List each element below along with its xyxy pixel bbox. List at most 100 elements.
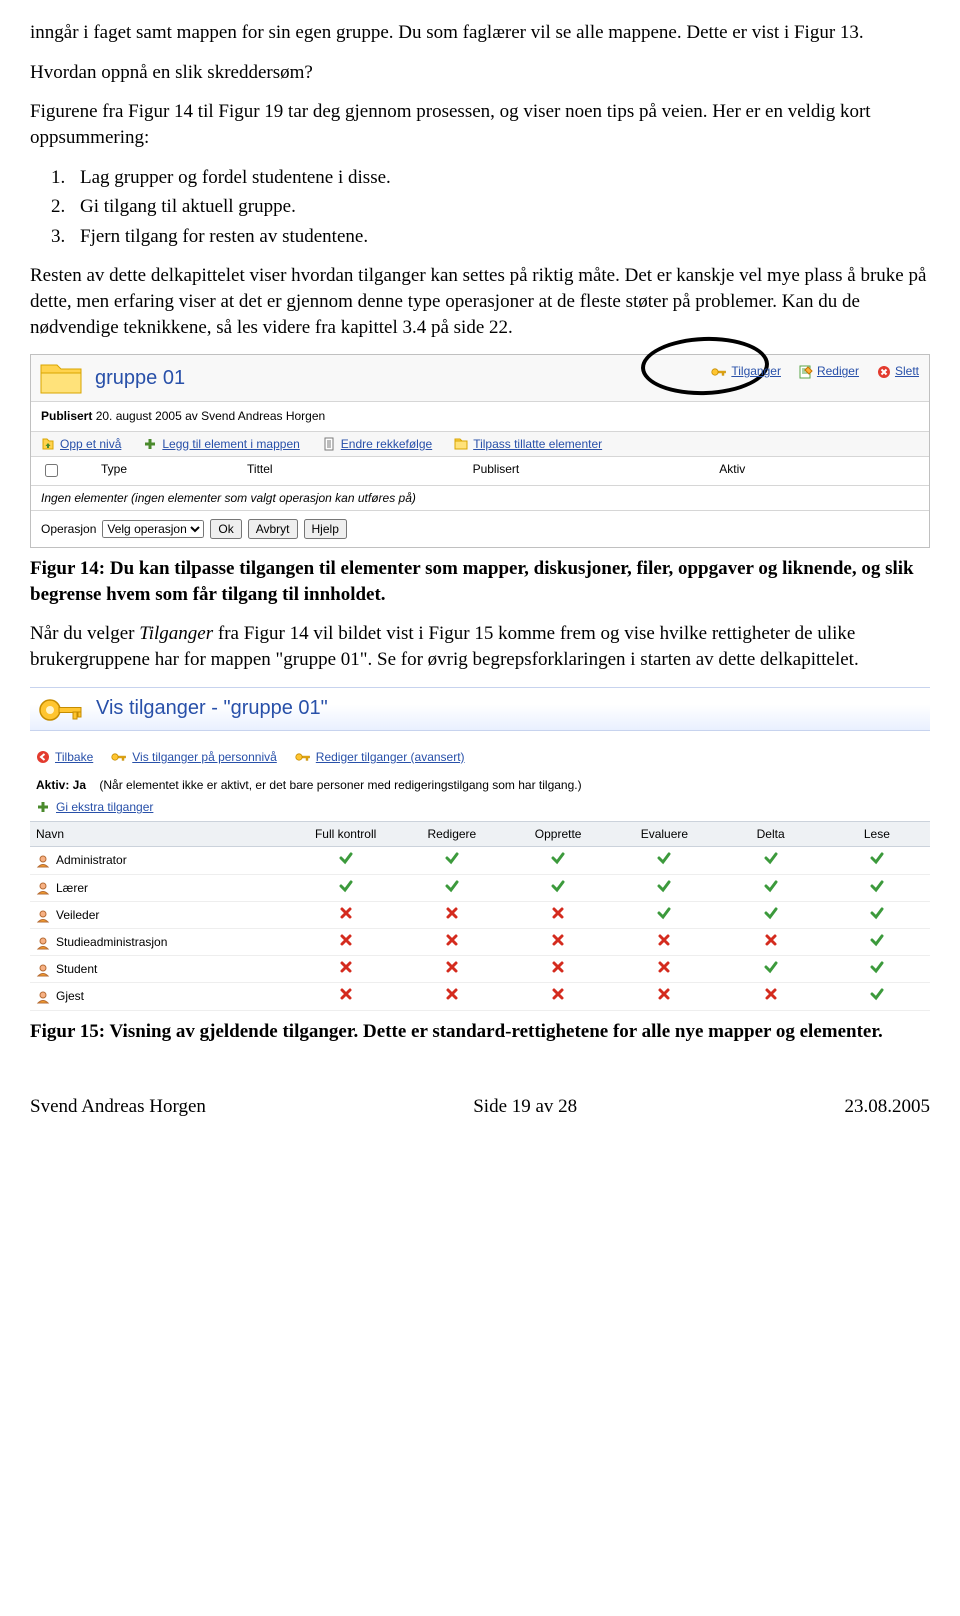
perm-yes: [824, 983, 930, 1010]
step-3: Fjern tilgang for resten av studentene.: [70, 224, 930, 250]
key-icon: [36, 690, 84, 728]
role-name-cell: Studieadministrasjon: [30, 929, 293, 956]
endre-rekkefolge-link[interactable]: Endre rekkefølge: [322, 436, 432, 452]
step-1: Lag grupper og fordel studentene i disse…: [70, 165, 930, 191]
perm-yes: [293, 874, 399, 901]
page-footer: Svend Andreas Horgen Side 19 av 28 23.08…: [30, 1094, 930, 1120]
footer-date: 23.08.2005: [845, 1094, 931, 1120]
tilbake-link[interactable]: Tilbake: [36, 749, 93, 765]
perm-no: [611, 983, 717, 1010]
slett-label: Slett: [895, 363, 919, 379]
table-row: Studieadministrasjon: [30, 929, 930, 956]
avansert-label: Rediger tilganger (avansert): [316, 749, 465, 765]
perm-no: [399, 901, 505, 928]
perm-no: [505, 956, 611, 983]
tilganger-italic: Tilganger: [139, 623, 213, 644]
perm-no: [293, 901, 399, 928]
figure-14-caption: Figur 14: Du kan tilpasse tilgangen til …: [30, 556, 930, 607]
personniva-link[interactable]: Vis tilganger på personnivå: [111, 749, 277, 765]
select-all-checkbox[interactable]: [41, 461, 61, 481]
ok-button[interactable]: Ok: [210, 519, 241, 539]
col-opprette: Opprette: [505, 822, 611, 847]
rediger-label: Rediger: [817, 363, 859, 379]
gi-ekstra-link[interactable]: Gi ekstra tilganger: [30, 797, 930, 817]
perm-yes: [718, 874, 824, 901]
role-name-cell: Lærer: [30, 874, 293, 901]
col-aktiv: Aktiv: [719, 461, 745, 481]
tilganger-label: Tilganger: [731, 363, 781, 379]
tilpass-label: Tilpass tillatte elementer: [473, 436, 602, 452]
perm-no: [505, 901, 611, 928]
perm-no: [718, 929, 824, 956]
col-tittel: Tittel: [247, 461, 273, 481]
footer-author: Svend Andreas Horgen: [30, 1094, 206, 1120]
paragraph-rest: Resten av dette delkapittelet viser hvor…: [30, 263, 930, 340]
table-row: Veileder: [30, 901, 930, 928]
legg-label: Legg til element i mappen: [162, 436, 299, 452]
operation-select[interactable]: Velg operasjon: [102, 520, 204, 538]
operation-label: Operasjon: [41, 521, 96, 537]
no-elements-message: Ingen elementer (ingen elementer som val…: [31, 486, 929, 511]
table-row: Administrator: [30, 847, 930, 874]
col-evaluere: Evaluere: [611, 822, 717, 847]
permissions-table: Navn Full kontroll Redigere Opprette Eva…: [30, 821, 930, 1010]
screenshot-permissions-view: Vis tilganger - "gruppe 01" Tilbake Vis …: [30, 687, 930, 1011]
col-redigere: Redigere: [399, 822, 505, 847]
opp-label: Opp et nivå: [60, 436, 121, 452]
tilpass-elementer-link[interactable]: Tilpass tillatte elementer: [454, 436, 602, 452]
legg-til-element-link[interactable]: Legg til element i mappen: [143, 436, 299, 452]
paragraph-intro: inngår i faget samt mappen for sin egen …: [30, 20, 930, 46]
perm-no: [293, 929, 399, 956]
paragraph-overview: Figurene fra Figur 14 til Figur 19 tar d…: [30, 99, 930, 150]
perm-no: [505, 929, 611, 956]
published-label: Publisert: [41, 409, 92, 423]
role-name-cell: Administrator: [30, 847, 293, 874]
permissions-links: Tilbake Vis tilganger på personnivå Redi…: [30, 741, 930, 773]
perm-no: [611, 929, 717, 956]
perm-yes: [718, 847, 824, 874]
rediger-link[interactable]: Rediger: [799, 363, 859, 379]
perm-yes: [611, 874, 717, 901]
tilganger-link[interactable]: Tilganger: [711, 363, 781, 379]
perm-yes: [824, 874, 930, 901]
role-name-cell: Student: [30, 956, 293, 983]
perm-yes: [824, 956, 930, 983]
perm-yes: [824, 847, 930, 874]
role-name-cell: Veileder: [30, 901, 293, 928]
folder-action-links: Tilganger Rediger Slett: [711, 363, 919, 379]
perm-yes: [718, 901, 824, 928]
perm-no: [718, 983, 824, 1010]
column-headers: Type Tittel Publisert Aktiv: [31, 457, 929, 486]
table-row: Student: [30, 956, 930, 983]
folder-toolbar: Opp et nivå Legg til element i mappen En…: [31, 431, 929, 457]
gi-ekstra-label: Gi ekstra tilganger: [56, 799, 153, 815]
operation-row: Operasjon Velg operasjon Ok Avbryt Hjelp: [31, 511, 929, 547]
perm-yes: [718, 956, 824, 983]
perm-yes: [824, 929, 930, 956]
folder-header: gruppe 01 Tilganger Rediger Slett: [31, 355, 929, 402]
perm-no: [399, 929, 505, 956]
perm-no: [611, 956, 717, 983]
perm-yes: [824, 901, 930, 928]
folder-title: gruppe 01: [95, 365, 185, 392]
col-delta: Delta: [718, 822, 824, 847]
slett-link[interactable]: Slett: [877, 363, 919, 379]
step-2: Gi tilgang til aktuell gruppe.: [70, 194, 930, 220]
avbryt-button[interactable]: Avbryt: [248, 519, 298, 539]
role-name-cell: Gjest: [30, 983, 293, 1010]
hjelp-button[interactable]: Hjelp: [304, 519, 347, 539]
permissions-header-row: Navn Full kontroll Redigere Opprette Eva…: [30, 822, 930, 847]
perm-yes: [611, 847, 717, 874]
figure-15-caption: Figur 15: Visning av gjeldende tilganger…: [30, 1019, 930, 1045]
avansert-link[interactable]: Rediger tilganger (avansert): [295, 749, 465, 765]
personniva-label: Vis tilganger på personnivå: [132, 749, 277, 765]
aktiv-label: Aktiv: Ja: [36, 778, 86, 792]
opp-et-niva-link[interactable]: Opp et nivå: [41, 436, 121, 452]
permissions-header: Vis tilganger - "gruppe 01": [30, 687, 930, 731]
perm-no: [399, 956, 505, 983]
col-navn: Navn: [30, 822, 293, 847]
folder-icon: [39, 361, 83, 395]
published-value: 20. august 2005 av Svend Andreas Horgen: [92, 409, 325, 423]
steps-list: Lag grupper og fordel studentene i disse…: [70, 165, 930, 250]
paragraph-question: Hvordan oppnå en slik skreddersøm?: [30, 60, 930, 86]
